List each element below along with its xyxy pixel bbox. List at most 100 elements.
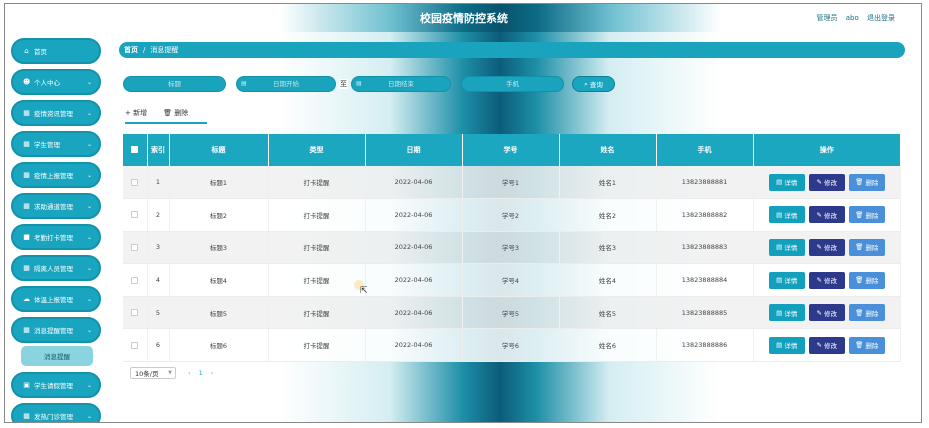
col-header-title: 标题 [169, 134, 269, 166]
batch-delete-button[interactable]: 🗑 删除 [163, 108, 188, 118]
delete-button[interactable]: 🗑 删除 [848, 304, 885, 322]
trash-icon: 🗑 [855, 210, 866, 219]
row-select-cell [123, 328, 148, 363]
cell-type: 打卡提醒 [268, 263, 366, 297]
col-header-date: 日期 [365, 134, 463, 166]
logout-link[interactable]: 退出登录 [867, 14, 895, 22]
detail-label: 详情 [784, 244, 798, 253]
app-title: 校园疫情防控系统 [420, 12, 508, 25]
search-button[interactable]: ⌕ 查询 [572, 76, 615, 92]
cell-actions: ▤ 详情 ✎ 修改 🗑 删除 [753, 231, 901, 265]
edit-label: 修改 [824, 244, 837, 253]
chevron-down-icon: ⌄ [86, 413, 92, 420]
delete-button[interactable]: 🗑 删除 [848, 336, 885, 354]
cell-date: 2022-04-06 [365, 166, 463, 200]
breadcrumb-separator: / [143, 46, 146, 54]
person-icon: ☻ [23, 77, 31, 86]
detail-icon: ▤ [776, 210, 785, 219]
row-checkbox[interactable] [131, 211, 139, 219]
col-header-name: 姓名 [559, 134, 657, 166]
sidebar-item-3[interactable]: ▦ 学生管理 ⌄ [11, 131, 101, 157]
phone-input[interactable] [462, 80, 563, 88]
page-size-select[interactable]: 10条/页 ▼ [130, 367, 176, 379]
date-start-input[interactable] [237, 80, 335, 88]
sidebar-item-8[interactable]: ☁ 体温上报管理 ⌄ [11, 286, 101, 312]
select-all-header[interactable] [123, 134, 148, 166]
sidebar-item-11[interactable]: ▦ 发热门诊管理 ⌄ [11, 403, 101, 422]
page-size-value: 10条/页 [135, 370, 159, 378]
breadcrumb-home[interactable]: 首页 [124, 45, 138, 55]
title-field[interactable] [123, 76, 226, 92]
edit-button[interactable]: ✎ 修改 [808, 238, 845, 256]
detail-icon: ▤ [776, 178, 785, 187]
sidebar-subitem-message[interactable]: 消息提醒 [21, 346, 93, 366]
sidebar-item-1[interactable]: ☻ 个人中心 ⌄ [11, 69, 101, 95]
detail-button[interactable]: ▤ 详情 [768, 206, 805, 224]
cell-title: 标题1 [169, 166, 269, 200]
delete-label: 删除 [865, 277, 879, 286]
edit-button[interactable]: ✎ 修改 [808, 304, 845, 322]
chevron-down-icon: ⌄ [86, 110, 92, 117]
search-icon: ⌕ [584, 79, 588, 88]
delete-label: 删除 [865, 179, 879, 188]
row-checkbox[interactable] [131, 309, 139, 317]
trash-icon: 🗑 [855, 178, 866, 187]
sidebar-item-6[interactable]: ■ 考勤打卡管理 ⌄ [11, 224, 101, 250]
detail-button[interactable]: ▤ 详情 [768, 173, 805, 191]
row-checkbox[interactable] [131, 341, 139, 349]
sidebar-item-10[interactable]: ▣ 学生请假管理 ⌄ [11, 372, 101, 398]
row-checkbox[interactable] [131, 243, 139, 251]
row-checkbox[interactable] [131, 276, 139, 284]
add-button[interactable]: + 新增 [125, 108, 147, 118]
edit-icon: ✎ [816, 210, 824, 219]
search-button-label: 查询 [589, 81, 603, 89]
detail-button[interactable]: ▤ 详情 [768, 271, 805, 289]
detail-button[interactable]: ▤ 详情 [768, 336, 805, 354]
sidebar-item-7[interactable]: ▦ 隔离人员管理 ⌄ [11, 255, 101, 281]
cell-date: 2022-04-06 [365, 231, 463, 265]
title-input[interactable] [124, 80, 225, 88]
edit-button[interactable]: ✎ 修改 [808, 271, 845, 289]
cell-name: 姓名4 [559, 263, 657, 297]
sidebar-item-5[interactable]: ▦ 求助通道管理 ⌄ [11, 193, 101, 219]
prev-page-button[interactable]: ‹ [188, 369, 191, 377]
grid-icon: ▦ [23, 139, 30, 148]
user-name: abo [845, 14, 859, 22]
sidebar-item-2[interactable]: ▦ 疫情资讯管理 ⌄ [11, 100, 101, 126]
phone-field[interactable] [461, 76, 564, 92]
page-number-current[interactable]: 1 [199, 369, 203, 377]
edit-button[interactable]: ✎ 修改 [808, 336, 845, 354]
calendar-icon: ▤ [241, 80, 247, 87]
edit-button[interactable]: ✎ 修改 [808, 173, 845, 191]
row-checkbox[interactable] [131, 178, 139, 186]
cell-name: 姓名3 [559, 231, 657, 265]
table-header-row: 索引 标题 类型 日期 学号 姓名 手机 操作 [123, 134, 901, 166]
cell-title: 标题6 [169, 328, 269, 363]
sidebar-item-label: 疫情资讯管理 [34, 110, 73, 118]
cell-date: 2022-04-06 [365, 328, 463, 363]
edit-button[interactable]: ✎ 修改 [808, 206, 845, 224]
grid-icon: ▦ [23, 201, 30, 210]
delete-label: 删除 [865, 342, 879, 351]
delete-button[interactable]: 🗑 删除 [848, 173, 885, 191]
date-end-input[interactable] [352, 80, 450, 88]
next-page-button[interactable]: › [211, 369, 214, 377]
date-start-field[interactable]: ▤ [236, 76, 336, 92]
detail-label: 详情 [784, 309, 798, 318]
sidebar-item-0[interactable]: ⌂ 首页 [11, 38, 101, 64]
delete-button[interactable]: 🗑 删除 [848, 271, 885, 289]
sidebar-item-4[interactable]: ▦ 疫情上报管理 ⌄ [11, 162, 101, 188]
date-end-field[interactable]: ▤ [351, 76, 451, 92]
select-all-checkbox[interactable] [131, 145, 139, 153]
delete-label: 删除 [865, 211, 879, 220]
cell-name: 姓名5 [559, 296, 657, 330]
detail-icon: ▤ [776, 341, 785, 350]
delete-button[interactable]: 🗑 删除 [848, 206, 885, 224]
detail-button[interactable]: ▤ 详情 [768, 304, 805, 322]
cell-phone: 13823888885 [656, 296, 754, 330]
sidebar-item-9[interactable]: ▦ 消息提醒管理 ⌄ [11, 317, 101, 343]
detail-button[interactable]: ▤ 详情 [768, 238, 805, 256]
sidebar: ⌂ 首页 ☻ 个人中心 ⌄ ▦ 疫情资讯管理 ⌄ ▦ 学生管理 ⌄ ▦ 疫情上报管理 ⌄ ▦ 求助通道管理 ⌄ ■… [11, 38, 101, 422]
edit-label: 修改 [824, 179, 837, 188]
delete-button[interactable]: 🗑 删除 [848, 238, 885, 256]
